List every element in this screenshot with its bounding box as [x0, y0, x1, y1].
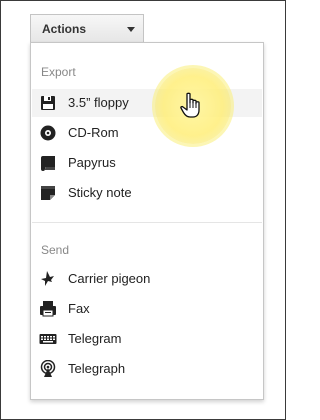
actions-button-label: Actions: [42, 22, 87, 36]
section-header-export: Export: [41, 65, 76, 79]
chevron-down-icon: [127, 27, 135, 32]
scroll-icon: [39, 154, 57, 172]
telegraph-icon: [39, 360, 57, 378]
menu-item-label: Telegram: [68, 331, 122, 346]
menu-item-label: 3.5” floppy: [68, 95, 129, 110]
menu-item-label: Telegraph: [68, 361, 126, 376]
keyboard-icon: [39, 330, 57, 348]
section-header-send: Send: [41, 243, 70, 257]
pigeon-icon: [39, 270, 57, 288]
actions-menu: Export 3.5” floppy CD-Rom Papyrus Sticky…: [30, 42, 264, 400]
menu-item-cd-rom[interactable]: CD-Rom: [32, 119, 262, 147]
menu-item-label: CD-Rom: [68, 125, 119, 140]
menu-item-label: Sticky note: [68, 185, 132, 200]
menu-item-carrier-pigeon[interactable]: Carrier pigeon: [32, 265, 262, 293]
menu-item-telegram[interactable]: Telegram: [32, 325, 262, 353]
menu-divider: [32, 222, 262, 223]
cd-icon: [39, 124, 57, 142]
menu-item-telegraph[interactable]: Telegraph: [32, 355, 262, 383]
fax-icon: [39, 300, 57, 318]
menu-item-papyrus[interactable]: Papyrus: [32, 149, 262, 177]
floppy-disk-icon: [39, 94, 57, 112]
menu-item-label: Carrier pigeon: [68, 271, 151, 286]
menu-item-sticky-note[interactable]: Sticky note: [32, 179, 262, 207]
window-frame: Actions Export 3.5” floppy CD-Rom Papyru…: [0, 0, 286, 420]
menu-item-label: Papyrus: [68, 155, 116, 170]
menu-item-floppy[interactable]: 3.5” floppy: [32, 89, 262, 117]
actions-dropdown-button[interactable]: Actions: [30, 14, 144, 42]
menu-item-fax[interactable]: Fax: [32, 295, 262, 323]
menu-item-label: Fax: [68, 301, 90, 316]
sticky-note-icon: [39, 184, 57, 202]
